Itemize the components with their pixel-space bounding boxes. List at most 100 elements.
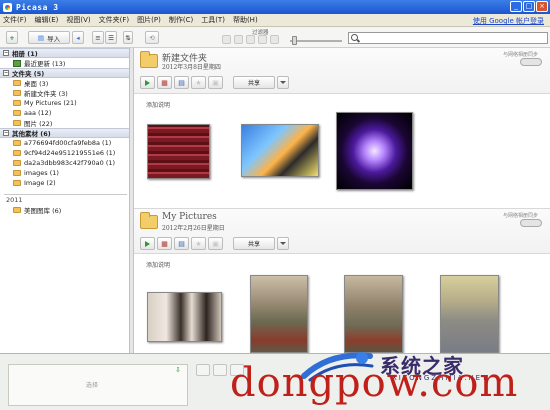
sort-icon: ⇅: [125, 33, 131, 42]
folder-icon: [13, 160, 21, 166]
menu-tools[interactable]: 工具(T): [201, 15, 225, 25]
sidebar-item-folder[interactable]: Image (2): [0, 178, 129, 188]
albums-section-header[interactable]: − 相册 (1): [0, 48, 129, 58]
import-icon: ▤: [37, 33, 45, 42]
upload-button[interactable]: ◂: [72, 31, 84, 44]
back-button[interactable]: ⟲: [145, 31, 159, 44]
filter-date-slider-handle[interactable]: [292, 36, 297, 45]
folders-section-header[interactable]: − 文件夹 (5): [0, 68, 129, 78]
folder-icon: [13, 80, 21, 86]
collapse-icon[interactable]: −: [3, 50, 9, 56]
close-icon[interactable]: ×: [536, 1, 548, 12]
sidebar-item-recently-updated[interactable]: 最近更新 (13): [0, 58, 129, 68]
sync-label: 与网络相册同步: [502, 52, 538, 58]
sidebar-item-folder[interactable]: 图片 (22): [0, 118, 129, 128]
slideshow-button[interactable]: [140, 76, 155, 89]
star-button[interactable]: ★: [191, 237, 206, 250]
window-controls: _ □ ×: [510, 1, 548, 12]
album-header: 新建文件夹 2012年3月8日星期四 与网络相册同步 ▦ ▤ ★ ▣ 共享: [134, 48, 550, 94]
filter-person-icon[interactable]: [246, 35, 255, 44]
sidebar-item-label: 美图图库 (6): [24, 207, 62, 215]
tree-view-button[interactable]: ☰: [105, 31, 117, 44]
upload-button[interactable]: ▣: [208, 237, 223, 250]
menu-edit[interactable]: 编辑(E): [35, 15, 59, 25]
hold-icon[interactable]: ⇩: [175, 366, 181, 374]
folder-icon: [13, 90, 21, 96]
chevron-down-icon[interactable]: [277, 76, 289, 89]
sync-toggle[interactable]: [520, 219, 542, 227]
filter-star-icon[interactable]: [222, 35, 231, 44]
collage-button[interactable]: ▦: [157, 237, 172, 250]
photo-thumbnail[interactable]: [147, 292, 222, 342]
other-header-label: 其他素材 (6): [12, 130, 51, 138]
slideshow-button[interactable]: [140, 237, 155, 250]
menu-view[interactable]: 视图(V): [66, 15, 90, 25]
photo-thumbnail[interactable]: [147, 124, 210, 179]
movie-button[interactable]: ▤: [174, 76, 189, 89]
list-view-button[interactable]: ≡: [92, 31, 104, 44]
sync-toggle[interactable]: [520, 58, 542, 66]
share-button[interactable]: 共享: [233, 76, 275, 89]
menu-folder[interactable]: 文件夹(F): [99, 15, 130, 25]
menu-file[interactable]: 文件(F): [3, 15, 27, 25]
folder-icon: [13, 110, 21, 116]
import-button[interactable]: ▤ 导入: [28, 31, 70, 44]
add-album-button[interactable]: +: [6, 31, 18, 44]
collage-button[interactable]: ▦: [157, 76, 172, 89]
sidebar-item-folder[interactable]: a776694fd00cfa9feb8a (1): [0, 138, 129, 148]
filter-geotag-icon[interactable]: [270, 35, 279, 44]
filter-icons: [222, 35, 279, 44]
sidebar-item-folder[interactable]: aaa (12): [0, 108, 129, 118]
tree-view-icon: ☰: [108, 33, 114, 42]
tray-action-button[interactable]: [196, 364, 210, 376]
photo-thumbnail[interactable]: [241, 124, 319, 177]
add-caption-link[interactable]: 添加说明: [146, 260, 170, 269]
folders-header-label: 文件夹 (5): [12, 70, 45, 78]
album-date[interactable]: 2012年2月26日星期日: [162, 223, 225, 232]
sidebar-item-label: 最近更新 (13): [24, 60, 66, 68]
album-title[interactable]: My Pictures: [162, 212, 217, 222]
rotate-left-icon[interactable]: [213, 364, 227, 376]
search-icon: [351, 34, 358, 41]
album-section: My Pictures 2012年2月26日星期日 与网络相册同步 ▦ ▤ ★ …: [134, 208, 550, 353]
collapse-icon[interactable]: −: [3, 70, 9, 76]
sidebar-item-folder[interactable]: 桌面 (3): [0, 78, 129, 88]
tray-label: 选择: [86, 382, 99, 389]
sidebar-item-label: da2a3dbb983c42f790a0 (1): [24, 159, 116, 167]
folder-icon: [13, 170, 21, 176]
google-signin-link[interactable]: 使用 Google 帐户登录: [473, 16, 544, 26]
sidebar-item-folder[interactable]: 新建文件夹 (3): [0, 88, 129, 98]
sidebar-item-folder[interactable]: images (1): [0, 168, 129, 178]
sort-button[interactable]: ⇅: [123, 31, 133, 44]
upload-button[interactable]: ▣: [208, 76, 223, 89]
photo-thumbnail[interactable]: [250, 275, 308, 353]
sidebar-item-label: 图片 (22): [24, 120, 53, 128]
chevron-down-icon[interactable]: [277, 237, 289, 250]
photo-thumbnail[interactable]: [336, 112, 413, 190]
menu-create[interactable]: 制作(C): [169, 15, 193, 25]
photo-thumbnail[interactable]: [344, 275, 403, 353]
collage-icon: ▦: [161, 78, 168, 87]
star-button[interactable]: ★: [191, 76, 206, 89]
collapse-icon[interactable]: −: [3, 130, 9, 136]
play-icon: [145, 79, 150, 86]
search-input[interactable]: [348, 32, 548, 44]
filter-upload-icon[interactable]: [234, 35, 243, 44]
other-section-header[interactable]: − 其他素材 (6): [0, 128, 129, 138]
filter-movie-icon[interactable]: [258, 35, 267, 44]
photo-thumbnail[interactable]: [440, 275, 499, 353]
sidebar-item-folder[interactable]: 9cf94d24e951219551e6 (1): [0, 148, 129, 158]
share-button[interactable]: 共享: [233, 237, 275, 250]
sidebar-item-folder[interactable]: da2a3dbb983c42f790a0 (1): [0, 158, 129, 168]
movie-button[interactable]: ▤: [174, 237, 189, 250]
add-caption-link[interactable]: 添加说明: [146, 100, 170, 109]
album-header: My Pictures 2012年2月26日星期日 与网络相册同步 ▦ ▤ ★ …: [134, 208, 550, 254]
sidebar-item-folder[interactable]: 美图图库 (6): [0, 205, 129, 215]
menu-picture[interactable]: 图片(P): [137, 15, 161, 25]
album-date[interactable]: 2012年3月8日星期四: [162, 62, 221, 71]
sidebar-item-folder[interactable]: My Pictures (21): [0, 98, 129, 108]
maximize-icon[interactable]: □: [523, 1, 535, 12]
sidebar-item-label: Image (2): [24, 179, 56, 187]
minimize-icon[interactable]: _: [510, 1, 522, 12]
menu-help[interactable]: 帮助(H): [233, 15, 258, 25]
